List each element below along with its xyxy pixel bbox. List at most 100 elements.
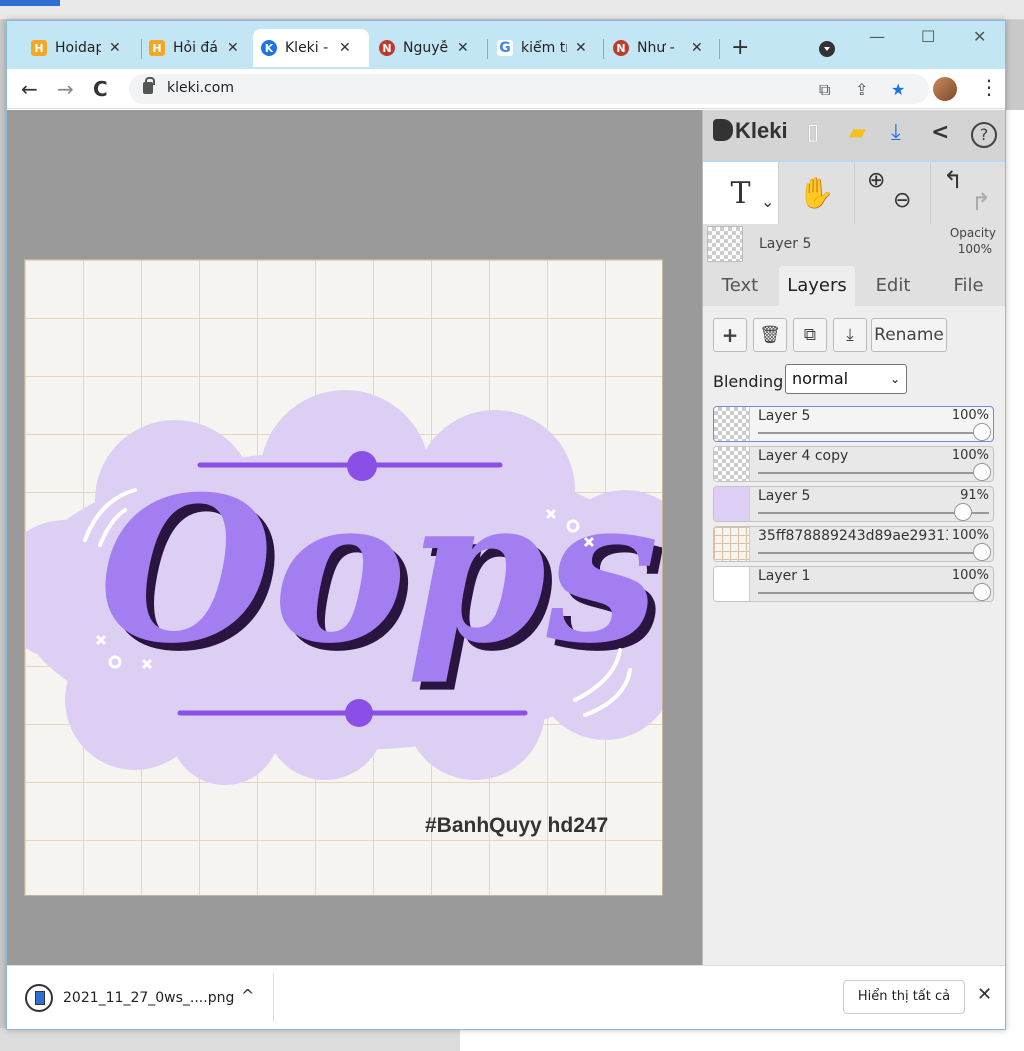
hoidap-favicon-icon: H — [149, 40, 165, 56]
background-document-strip — [1006, 110, 1024, 1051]
panel-header: Kleki ▯ ▰ ⤓ < ? — [703, 110, 1005, 160]
tab-separator — [487, 39, 488, 59]
zoom-out-icon[interactable]: ⊖ — [893, 188, 911, 213]
layer-row[interactable]: Layer 5 91% — [713, 486, 994, 522]
download-filename[interactable]: 2021_11_27_0ws_....png — [63, 990, 234, 1006]
close-window-button[interactable]: ✕ — [973, 27, 986, 46]
rename-layer-button[interactable]: Rename — [871, 318, 947, 352]
layer-row[interactable]: Layer 5 100% — [713, 406, 994, 442]
layer-opacity-slider[interactable] — [973, 583, 991, 601]
forward-button[interactable]: → — [57, 77, 74, 101]
layer-opacity-slider[interactable] — [973, 463, 991, 481]
layer-row[interactable]: 35ff878889243d89ae29313ea 100% — [713, 526, 994, 562]
layer-opacity-track[interactable] — [758, 552, 989, 554]
tool-row: T ⌄ ✋ ⊕ ⊖ ↰ ↱ — [703, 160, 1005, 224]
chevron-down-icon: ⌄ — [889, 372, 900, 386]
profile-avatar[interactable] — [933, 77, 957, 101]
tab-title: kiểm tr — [521, 40, 567, 56]
close-icon[interactable]: ✕ — [691, 40, 703, 56]
close-icon[interactable]: ✕ — [339, 40, 351, 56]
maximize-button[interactable]: ☐ — [921, 27, 935, 46]
layer-opacity-track[interactable] — [758, 592, 989, 594]
redo-icon[interactable]: ↱ — [971, 188, 991, 216]
lock-icon[interactable] — [143, 77, 155, 94]
help-icon[interactable]: ? — [971, 122, 997, 148]
show-all-button[interactable]: Hiển thị tất cả — [843, 980, 965, 1014]
tab-text[interactable]: Text — [703, 266, 777, 306]
share-icon[interactable]: < — [931, 120, 949, 145]
back-button[interactable]: ← — [21, 77, 38, 101]
close-icon[interactable]: ✕ — [227, 40, 239, 56]
tab-strip: H Hoidap ✕ H Hỏi đáp ✕ K Kleki - ✕ N Ngu… — [7, 21, 1005, 69]
tab-nguyen[interactable]: N Nguyễ ✕ — [371, 29, 477, 67]
hand-tool-button[interactable]: ✋ — [779, 162, 854, 224]
close-icon[interactable]: ✕ — [575, 40, 587, 56]
layer-opacity-slider[interactable] — [953, 503, 972, 521]
open-folder-icon[interactable]: ▰ — [849, 120, 866, 145]
layer-opacity-track[interactable] — [758, 472, 989, 474]
tab-title: Hỏi đáp — [173, 40, 219, 56]
bookmark-star-icon[interactable]: ★ — [891, 80, 905, 99]
tab-separator — [603, 39, 604, 59]
merge-down-button[interactable]: ⤓ — [833, 318, 867, 352]
layer-row[interactable]: Layer 1 100% — [713, 566, 994, 602]
minimize-button[interactable]: — — [869, 27, 885, 46]
avatar-favicon-icon: N — [379, 40, 395, 56]
drawing-canvas[interactable]: Oops Oops #BanhQuyy hd247 — [24, 259, 663, 896]
share-icon[interactable]: ⇪ — [855, 80, 868, 99]
blending-value: normal — [792, 369, 849, 388]
layers-tab-content: + 🗑 ⧉ ⤓ Rename Blending normal ⌄ Layer 5… — [703, 306, 1005, 965]
duplicate-layer-button[interactable]: ⧉ — [793, 318, 827, 352]
chevron-down-icon[interactable]: ⌄ — [761, 192, 774, 211]
browser-window: H Hoidap ✕ H Hỏi đáp ✕ K Kleki - ✕ N Ngu… — [6, 20, 1006, 1030]
delete-layer-button[interactable]: 🗑 — [753, 318, 787, 352]
tab-search-icon[interactable] — [819, 41, 835, 57]
tab-hoidap[interactable]: H Hoidap ✕ — [23, 29, 129, 67]
tab-layers[interactable]: Layers — [779, 266, 855, 306]
current-layer-name: Layer 5 — [759, 236, 812, 252]
close-icon[interactable]: ✕ — [457, 40, 469, 56]
history-tool: ↰ ↱ — [931, 162, 1005, 224]
tab-file[interactable]: File — [931, 266, 1005, 306]
current-layer-thumbnail — [707, 226, 743, 262]
tab-nhu[interactable]: N Như - ✕ — [605, 29, 711, 67]
opacity-label: Opacity — [949, 226, 996, 240]
layer-opacity-slider[interactable] — [973, 543, 991, 561]
file-icon[interactable] — [25, 984, 53, 1012]
menu-icon[interactable]: ⋮ — [979, 75, 999, 99]
add-layer-button[interactable]: + — [713, 318, 747, 352]
close-icon[interactable]: ✕ — [109, 40, 121, 56]
new-tab-button[interactable]: + — [731, 35, 749, 60]
svg-text:Oops: Oops — [99, 453, 659, 688]
download-icon[interactable]: ⤓ — [891, 120, 901, 145]
zoom-tool: ⊕ ⊖ — [855, 162, 930, 224]
kleki-side-panel: Kleki ▯ ▰ ⤓ < ? T ⌄ ✋ ⊕ ⊖ ↰ ↱ Layer 5 Op… — [702, 110, 1005, 965]
brand-name: Kleki — [735, 118, 788, 143]
translate-icon[interactable]: ⧉ — [819, 80, 830, 100]
close-download-bar-button[interactable]: ✕ — [977, 984, 992, 1005]
blending-select[interactable]: normal ⌄ — [785, 364, 907, 394]
kleki-logo-icon — [713, 119, 733, 141]
tab-kleki[interactable]: K Kleki - ✕ — [253, 29, 369, 67]
chevron-up-icon[interactable]: ^ — [241, 986, 254, 1005]
zoom-in-icon[interactable]: ⊕ — [867, 168, 885, 193]
undo-icon[interactable]: ↰ — [943, 166, 963, 194]
watermark-text: #BanhQuyy hd247 — [425, 814, 608, 837]
url-text[interactable]: kleki.com — [167, 80, 234, 96]
tab-kiem-tra[interactable]: G kiểm tr ✕ — [489, 29, 595, 67]
address-bar[interactable]: kleki.com ⧉ ⇪ ★ — [129, 74, 929, 104]
layer-row[interactable]: Layer 4 copy 100% — [713, 446, 994, 482]
text-tool-button[interactable]: T ⌄ — [703, 162, 778, 224]
layer-opacity-track[interactable] — [758, 432, 989, 434]
kleki-favicon-icon: K — [261, 40, 277, 56]
layer-thumbnail — [714, 567, 750, 601]
tab-title: Nguyễ — [403, 40, 449, 56]
tab-title: Hoidap — [55, 40, 101, 56]
tab-hoi-dap[interactable]: H Hỏi đáp ✕ — [141, 29, 247, 67]
tab-edit[interactable]: Edit — [855, 266, 931, 306]
reload-button[interactable]: C — [93, 77, 108, 101]
layer-name: Layer 5 — [758, 488, 811, 504]
layer-opacity-slider[interactable] — [973, 423, 991, 441]
layer-thumbnail — [714, 487, 750, 521]
new-image-icon[interactable]: ▯ — [807, 120, 819, 145]
